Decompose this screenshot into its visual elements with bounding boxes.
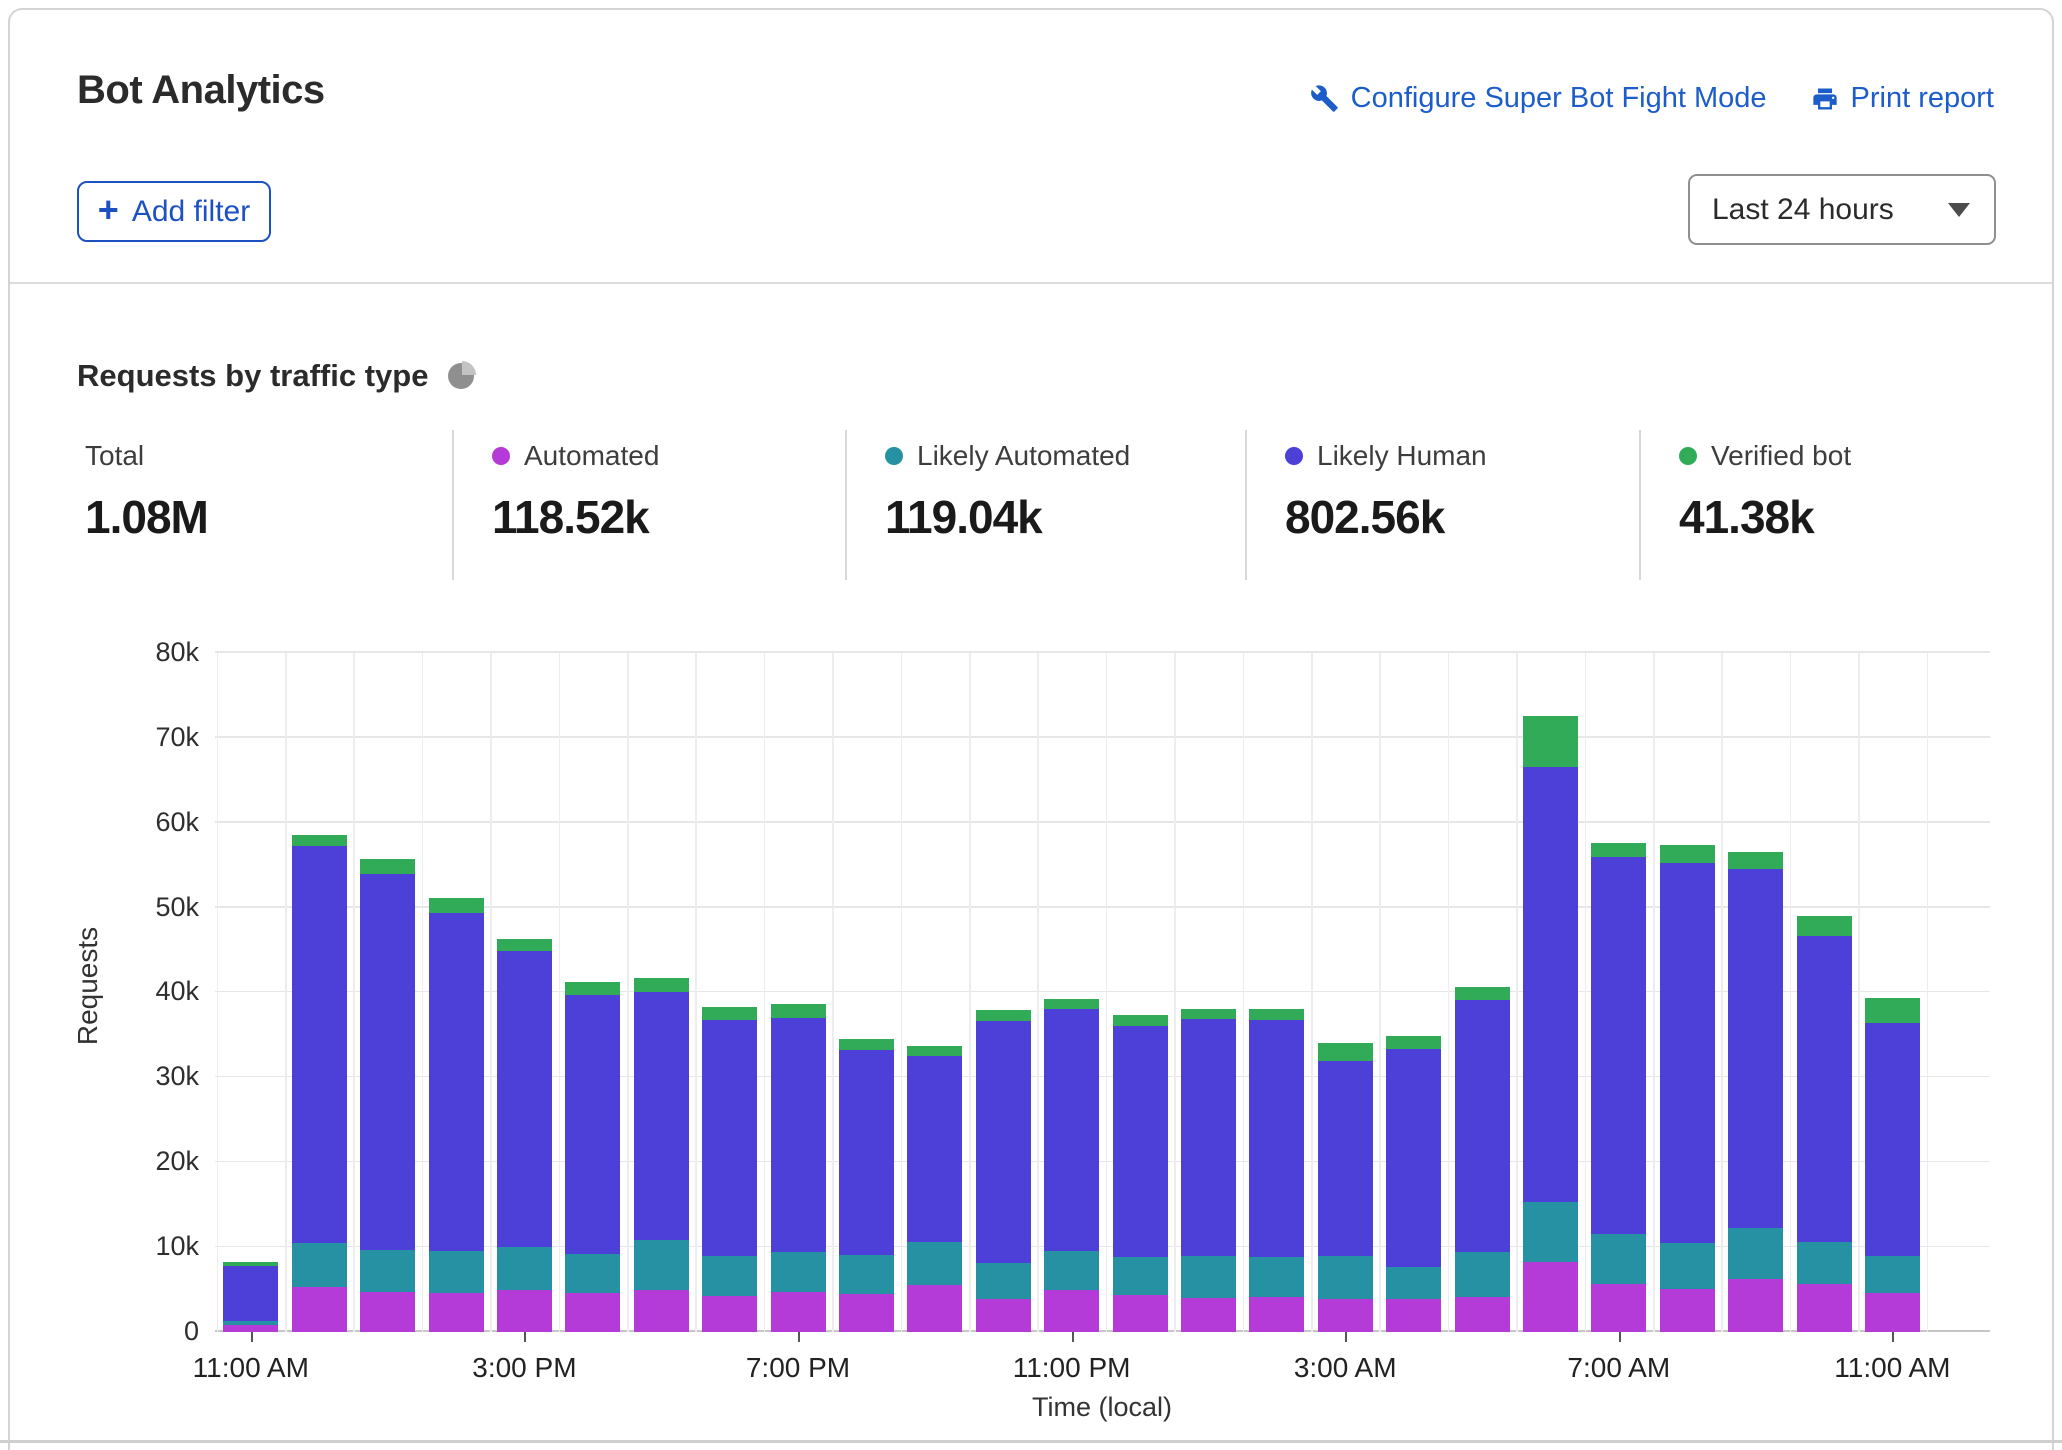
- print-report-link[interactable]: Print report: [1811, 82, 1994, 115]
- stat-likely-human-label: Likely Human: [1317, 440, 1487, 472]
- bot-analytics-panel: Bot Analytics Configure Super Bot Fight …: [8, 8, 2054, 1450]
- stat-automated-label: Automated: [524, 440, 659, 472]
- chevron-down-icon: [1948, 203, 1970, 217]
- stat-total-label: Total: [85, 440, 144, 472]
- header-links: Configure Super Bot Fight Mode Print rep…: [1310, 82, 1994, 115]
- stat-likely-automated: Likely Automated 119.04k: [845, 430, 1245, 580]
- add-filter-label: Add filter: [132, 195, 250, 229]
- section-title-row: Requests by traffic type: [77, 358, 474, 394]
- stat-likely-automated-value: 119.04k: [885, 490, 1245, 544]
- page-title: Bot Analytics: [77, 68, 325, 113]
- stat-likely-automated-label: Likely Automated: [917, 440, 1130, 472]
- stat-verified-bot-label: Verified bot: [1711, 440, 1851, 472]
- add-filter-button[interactable]: + Add filter: [77, 181, 271, 242]
- pie-chart-icon: [448, 363, 474, 389]
- print-link-label: Print report: [1851, 82, 1994, 115]
- section-title: Requests by traffic type: [77, 358, 428, 394]
- header-divider: [10, 282, 2052, 284]
- bottom-divider: [0, 1440, 2062, 1443]
- stat-automated-value: 118.52k: [492, 490, 845, 544]
- stat-verified-bot-value: 41.38k: [1679, 490, 1851, 544]
- stat-total-value: 1.08M: [85, 490, 452, 544]
- stat-total: Total 1.08M: [77, 430, 452, 580]
- likely-human-legend-dot: [1285, 447, 1303, 465]
- automated-legend-dot: [492, 447, 510, 465]
- traffic-type-stats: Total 1.08M Automated 118.52k Likely Aut…: [77, 430, 1996, 580]
- stat-likely-human: Likely Human 802.56k: [1245, 430, 1639, 580]
- stat-verified-bot: Verified bot 41.38k: [1639, 430, 1851, 580]
- stat-likely-human-value: 802.56k: [1285, 490, 1639, 544]
- likely-automated-legend-dot: [885, 447, 903, 465]
- stat-automated: Automated 118.52k: [452, 430, 845, 580]
- plus-icon: +: [98, 192, 119, 228]
- verified-bot-legend-dot: [1679, 447, 1697, 465]
- panel-header: Bot Analytics Configure Super Bot Fight …: [10, 10, 2052, 282]
- time-range-dropdown[interactable]: Last 24 hours: [1688, 174, 1996, 245]
- configure-super-bot-fight-mode-link[interactable]: Configure Super Bot Fight Mode: [1310, 82, 1767, 115]
- printer-icon: [1811, 85, 1839, 113]
- time-range-value: Last 24 hours: [1712, 193, 1894, 227]
- configure-link-label: Configure Super Bot Fight Mode: [1351, 82, 1767, 115]
- wrench-icon: [1310, 84, 1339, 113]
